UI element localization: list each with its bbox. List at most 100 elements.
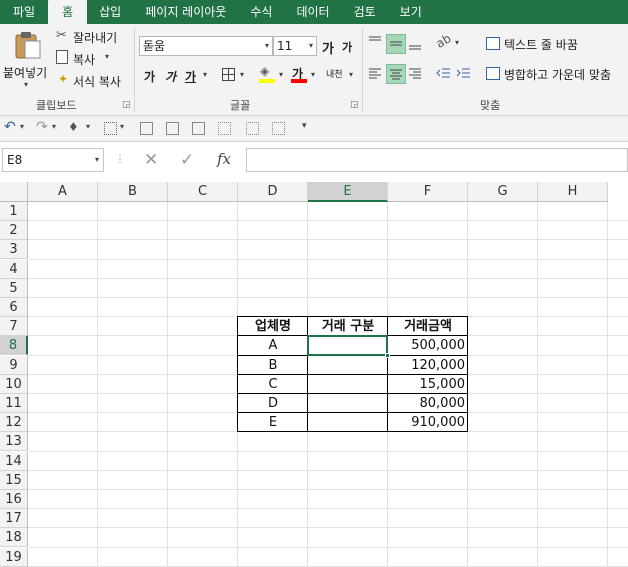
gridline — [28, 546, 628, 548]
font-size-select[interactable]: 11 ▾ — [273, 36, 317, 56]
gridline — [537, 202, 538, 567]
copy-icon — [56, 50, 68, 64]
insert-function-button[interactable]: fx — [217, 150, 231, 168]
chevron-down-icon[interactable]: ▾ — [20, 122, 24, 131]
borders-button[interactable]: ▾ — [220, 66, 250, 84]
border-left-icon[interactable] — [218, 122, 231, 135]
phonetic-button[interactable]: 내천 ▾ — [326, 64, 356, 86]
redo-icon[interactable]: ↷ — [36, 119, 48, 135]
merge-cells-icon — [486, 67, 500, 80]
wrap-text-label: 텍스트 줄 바꿈 — [504, 38, 578, 52]
enter-icon[interactable]: ✓ — [180, 150, 194, 170]
chevron-down-icon[interactable]: ▾ — [86, 122, 90, 131]
column-header-a[interactable]: A — [28, 182, 98, 202]
column-header-b[interactable]: B — [98, 182, 168, 202]
border-all-icon[interactable] — [140, 122, 153, 135]
column-header-f[interactable]: F — [388, 182, 468, 202]
clipboard-group-label: 클립보드 — [36, 99, 77, 112]
dialog-launcher-icon[interactable]: ◲ — [350, 100, 359, 110]
row-header-11[interactable]: 11 — [0, 394, 28, 413]
chevron-down-icon[interactable]: ▾ — [52, 122, 56, 131]
row-header-7[interactable]: 7 — [0, 317, 28, 337]
format-painter-label: 서식 복사 — [73, 75, 121, 89]
align-bottom-button[interactable] — [406, 34, 426, 54]
table-border — [237, 412, 308, 433]
copy-button[interactable]: 복사 ▾ — [56, 50, 126, 68]
font-color-button[interactable]: 가 ▾ — [290, 64, 320, 86]
dialog-launcher-icon[interactable]: ◲ — [122, 100, 131, 110]
row-header-10[interactable]: 10 — [0, 374, 28, 394]
tab-home[interactable]: 홈 — [48, 0, 88, 24]
shrink-font-button[interactable]: 가 — [342, 39, 352, 55]
row-header-4[interactable]: 4 — [0, 259, 28, 279]
formula-input[interactable] — [246, 148, 628, 172]
active-cell-selection[interactable] — [307, 335, 388, 356]
tab-review[interactable]: 검토 — [342, 0, 388, 24]
paste-button[interactable]: 붙여넣기 ▾ — [3, 28, 50, 92]
align-center-button[interactable] — [386, 64, 406, 84]
row-header-2[interactable]: 2 — [0, 221, 28, 241]
column-header-c[interactable]: C — [168, 182, 238, 202]
column-header-d[interactable]: D — [238, 182, 308, 202]
row-header-8[interactable]: 8 — [0, 336, 28, 356]
row-header-17[interactable]: 17 — [0, 509, 28, 529]
fill-handle[interactable] — [385, 352, 390, 358]
cancel-icon[interactable]: ✕ — [144, 150, 158, 170]
column-header-g[interactable]: G — [468, 182, 538, 202]
row-header-15[interactable]: 15 — [0, 470, 28, 490]
row-header-1[interactable]: 1 — [0, 202, 28, 221]
tab-formulas[interactable]: 수식 — [238, 0, 284, 24]
bold-button[interactable]: 가 — [144, 68, 155, 85]
row-header-16[interactable]: 16 — [0, 490, 28, 509]
row-header-18[interactable]: 18 — [0, 528, 28, 548]
align-right-button[interactable] — [406, 64, 426, 84]
merge-center-button[interactable]: 병합하고 가운데 맞춤 — [484, 65, 628, 83]
name-box[interactable]: E8 ▾ — [2, 148, 104, 172]
tab-file[interactable]: 파일 — [0, 0, 48, 24]
fill-color-button[interactable]: ◈ ▾ — [258, 64, 288, 86]
border-outside-icon[interactable] — [192, 122, 205, 135]
increase-indent-button[interactable] — [454, 64, 474, 84]
row-header-9[interactable]: 9 — [0, 355, 28, 375]
align-middle-button[interactable] — [386, 34, 406, 54]
tab-page-layout[interactable]: 페이지 레이아웃 — [133, 0, 238, 24]
paint-bucket-icon: ◈ — [260, 64, 270, 78]
decrease-indent-button[interactable] — [434, 64, 454, 84]
tab-data[interactable]: 데이터 — [284, 0, 341, 24]
format-painter-button[interactable]: ✦ 서식 복사 — [56, 72, 130, 90]
column-header-h[interactable]: H — [538, 182, 608, 202]
italic-button[interactable]: 가 — [165, 68, 176, 85]
border-right-icon[interactable] — [246, 122, 259, 135]
row-header-5[interactable]: 5 — [0, 278, 28, 298]
wrap-text-button[interactable]: 텍스트 줄 바꿈 — [484, 35, 594, 53]
align-top-button[interactable] — [366, 34, 386, 54]
borders-icon[interactable] — [104, 122, 117, 135]
cut-button[interactable]: ✂ 잘라내기 — [56, 28, 126, 46]
row-header-6[interactable]: 6 — [0, 298, 28, 317]
underline-button[interactable]: 가 — [185, 68, 196, 85]
tab-insert[interactable]: 삽입 — [87, 0, 133, 24]
row-header-12[interactable]: 12 — [0, 413, 28, 433]
tab-view[interactable]: 보기 — [388, 0, 434, 24]
align-middle-icon — [390, 41, 402, 46]
grow-font-button[interactable]: 가 — [322, 38, 334, 57]
row-header-13[interactable]: 13 — [0, 432, 28, 452]
row-header-19[interactable]: 19 — [0, 547, 28, 567]
align-top-icon — [369, 36, 381, 41]
undo-icon[interactable]: ↶ — [4, 119, 16, 135]
format-painter-icon[interactable]: ♦ — [68, 120, 79, 134]
column-header-e[interactable]: E — [308, 182, 388, 202]
orientation-button[interactable]: ab ▾ — [434, 31, 464, 54]
row-header-14[interactable]: 14 — [0, 451, 28, 471]
customize-qat-icon[interactable]: ▾ — [302, 121, 307, 131]
border-inside-icon[interactable] — [166, 122, 179, 135]
align-left-button[interactable] — [366, 64, 386, 84]
border-bottom-icon[interactable] — [272, 122, 285, 135]
more-icon: ⋮ — [115, 154, 125, 165]
worksheet-grid[interactable]: A B C D E F G H 1 2 3 4 5 6 7 8 9 10 11 12 13 14 15 16 17 18 19 업체명… — [0, 182, 628, 567]
chevron-down-icon[interactable]: ▾ — [120, 122, 124, 131]
font-name-select[interactable]: 돋움 ▾ — [139, 36, 273, 56]
select-all-corner[interactable] — [0, 182, 28, 202]
row-header-3[interactable]: 3 — [0, 240, 28, 260]
align-right-icon — [409, 68, 421, 79]
